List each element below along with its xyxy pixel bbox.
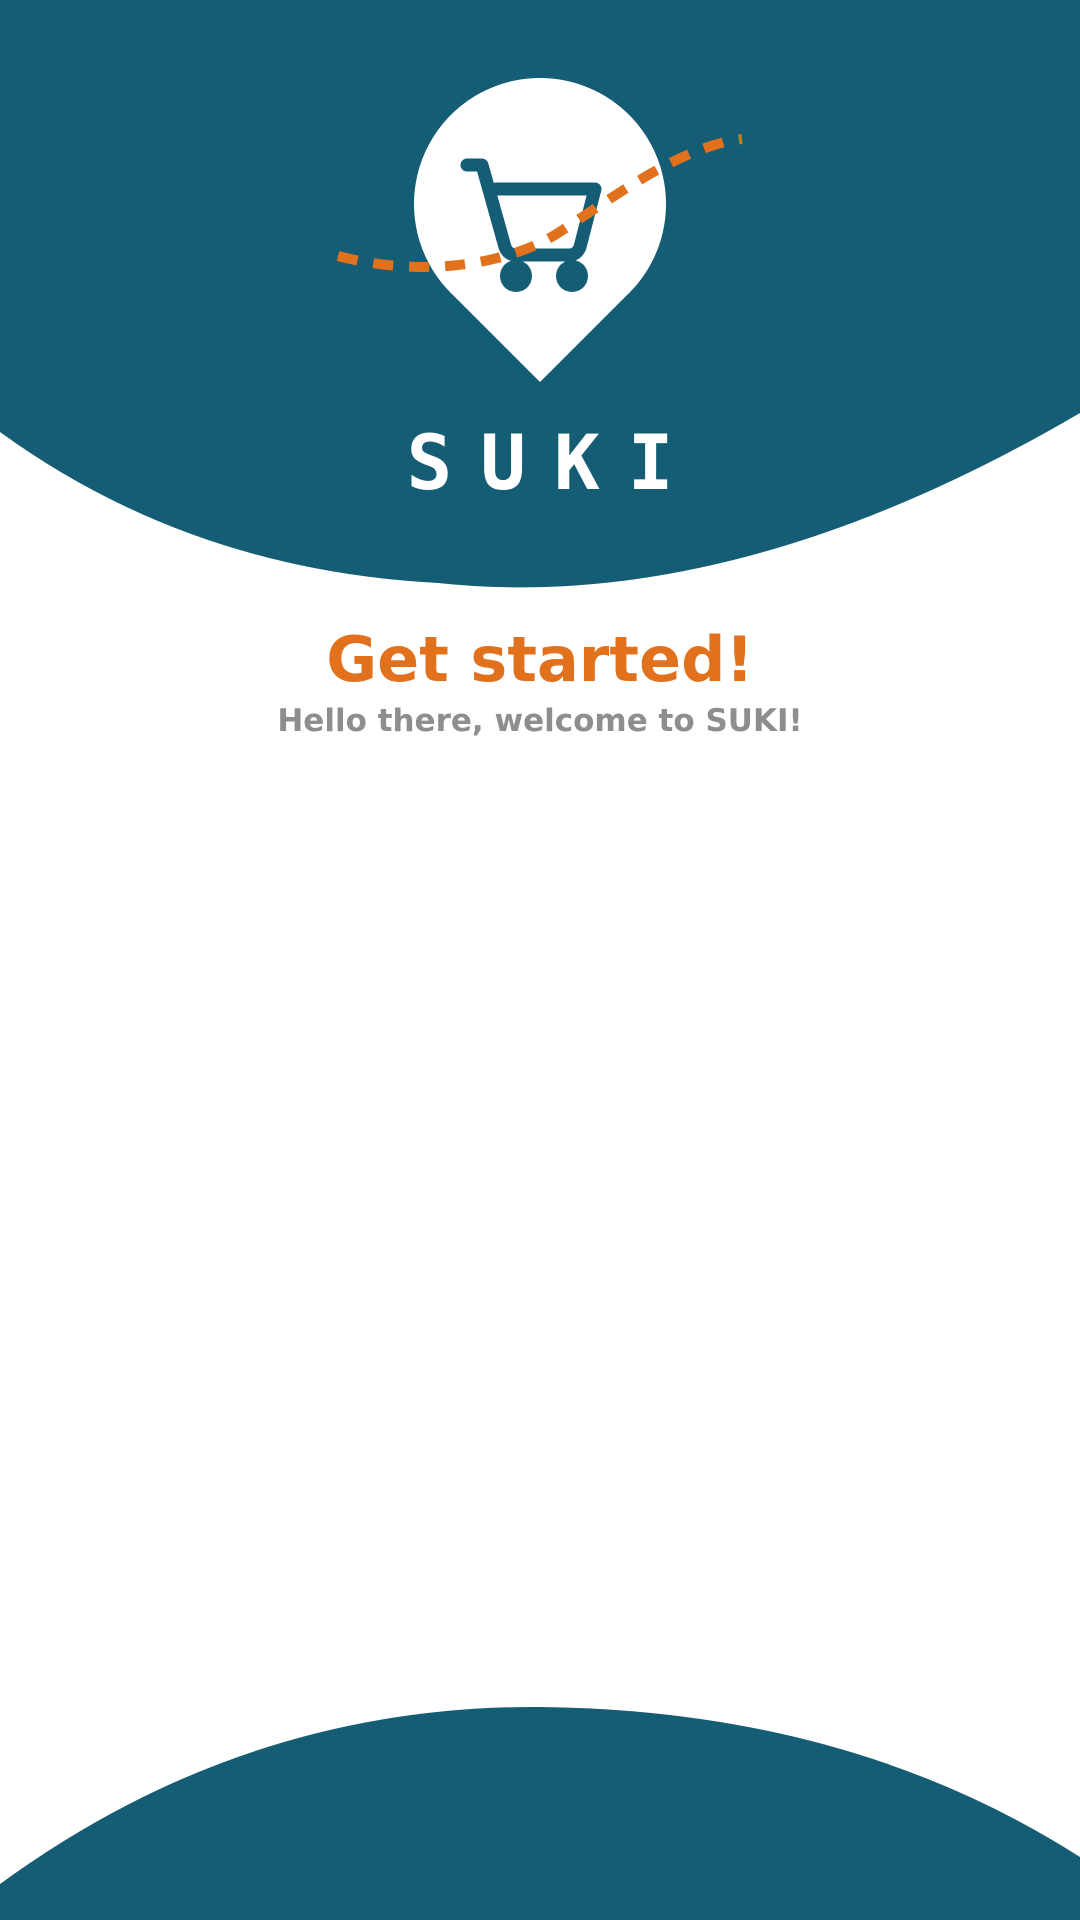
bottom-curved-footer bbox=[0, 1706, 1080, 1920]
welcome-subtitle: Hello there, welcome to SUKI! bbox=[277, 703, 803, 739]
shopping-cart-location-pin-icon bbox=[336, 77, 743, 383]
brand-name: SUKI bbox=[406, 418, 702, 507]
app-logo bbox=[320, 75, 760, 395]
page-title: Get started! bbox=[326, 623, 754, 696]
